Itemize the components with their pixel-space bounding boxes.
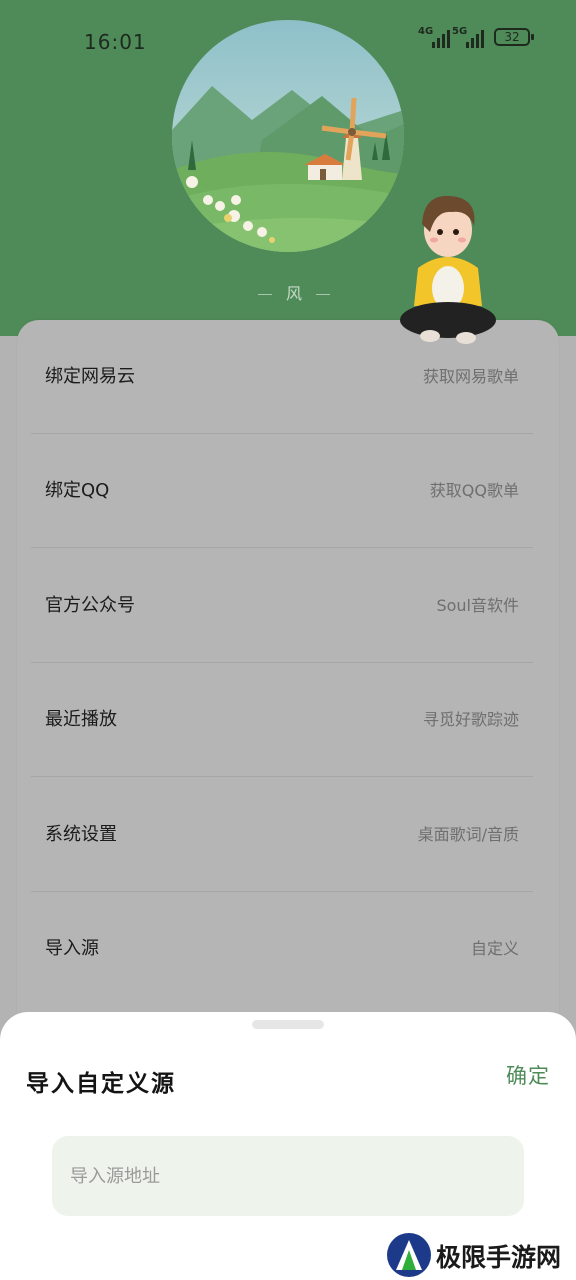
- watermark-logo-icon: [387, 1233, 431, 1277]
- setting-title: 系统设置: [45, 824, 117, 845]
- battery-icon: 32: [494, 28, 534, 46]
- album-cover[interactable]: [172, 20, 404, 252]
- setting-subtitle: 桌面歌词/音质: [417, 825, 519, 844]
- character-illustration: [400, 195, 496, 344]
- divider: [31, 776, 533, 777]
- setting-title: 绑定网易云: [45, 366, 135, 387]
- watermark-text: 极限手游网: [436, 1243, 562, 1272]
- setting-subtitle: 获取QQ歌单: [429, 481, 519, 500]
- setting-official-account[interactable]: 官方公众号 Soul音软件: [31, 549, 533, 663]
- setting-title: 官方公众号: [45, 595, 135, 616]
- sheet-title: 导入自定义源: [26, 1071, 176, 1097]
- site-watermark: 极限手游网: [386, 1232, 576, 1280]
- setting-subtitle: 寻觅好歌踪迹: [422, 710, 519, 729]
- windmill-landscape-image: [172, 20, 404, 252]
- setting-system-settings[interactable]: 系统设置 桌面歌词/音质: [31, 778, 533, 892]
- setting-subtitle: 自定义: [470, 939, 519, 958]
- setting-import-source[interactable]: 导入源 自定义: [31, 892, 533, 1006]
- drag-handle[interactable]: [252, 1020, 324, 1029]
- source-url-input[interactable]: [52, 1136, 524, 1216]
- setting-title: 导入源: [45, 938, 99, 959]
- clock: 16:01: [84, 30, 147, 54]
- setting-recent-play[interactable]: 最近播放 寻觅好歌踪迹: [31, 663, 533, 777]
- settings-card: 绑定网易云 获取网易歌单 绑定QQ 获取QQ歌单 官方公众号 Soul音软件 最…: [17, 320, 559, 1080]
- setting-subtitle: Soul音软件: [436, 596, 519, 615]
- setting-title: 绑定QQ: [45, 480, 110, 501]
- setting-bind-qq[interactable]: 绑定QQ 获取QQ歌单: [31, 434, 533, 548]
- divider: [31, 547, 533, 548]
- confirm-button[interactable]: 确定: [506, 1060, 550, 1090]
- setting-title: 最近播放: [45, 709, 117, 730]
